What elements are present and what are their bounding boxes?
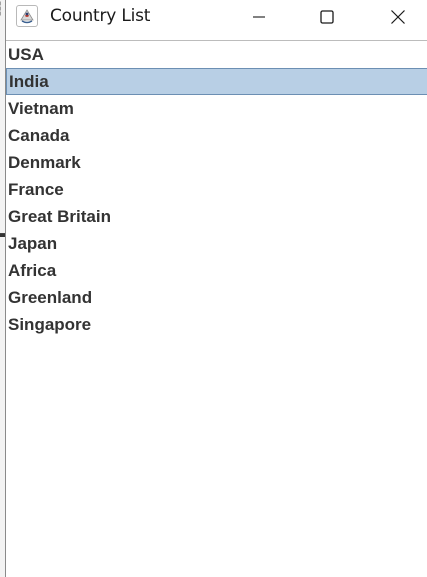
list-item-great-britain[interactable]: Great Britain	[6, 203, 427, 230]
list-item-japan[interactable]: Japan	[6, 230, 427, 257]
window-title: Country List	[50, 6, 151, 26]
close-button[interactable]	[375, 0, 421, 33]
title-bar[interactable]: Country List	[6, 0, 427, 33]
list-item-singapore[interactable]: Singapore	[6, 311, 427, 338]
maximize-icon	[320, 9, 334, 24]
list-item-canada[interactable]: Canada	[6, 122, 427, 149]
country-list[interactable]: USA India Vietnam Canada Denmark France …	[6, 40, 427, 577]
minimize-icon	[253, 15, 265, 18]
list-item-denmark[interactable]: Denmark	[6, 149, 427, 176]
list-item-usa[interactable]: USA	[6, 41, 427, 68]
list-item-vietnam[interactable]: Vietnam	[6, 95, 427, 122]
java-cup-icon[interactable]	[16, 5, 38, 27]
country-list-window: Country List USA India Vietnam Canada De…	[5, 0, 427, 577]
close-icon	[391, 9, 405, 24]
list-item-greenland[interactable]: Greenland	[6, 284, 427, 311]
list-item-france[interactable]: France	[6, 176, 427, 203]
minimize-button[interactable]	[236, 0, 282, 33]
maximize-button[interactable]	[304, 0, 350, 33]
list-item-africa[interactable]: Africa	[6, 257, 427, 284]
list-item-india[interactable]: India	[6, 68, 427, 95]
